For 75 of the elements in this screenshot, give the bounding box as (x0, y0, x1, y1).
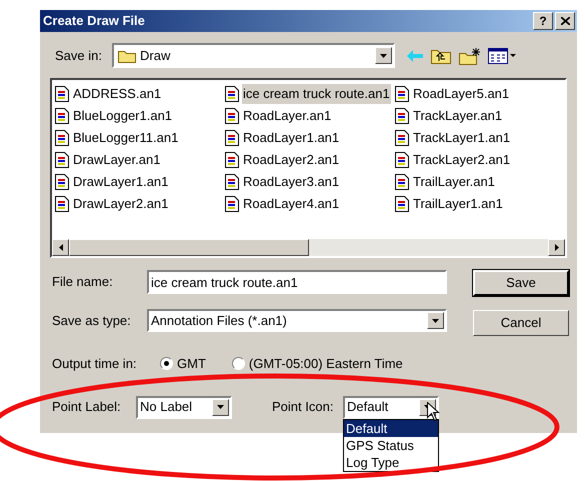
scroll-thumb[interactable] (69, 239, 309, 256)
folder-icon (118, 48, 136, 62)
file-icon (395, 196, 409, 212)
radio-label: (GMT-05:00) Eastern Time (248, 355, 403, 373)
file-icon (225, 130, 239, 146)
file-item[interactable]: TrackLayer2.an1 (412, 150, 512, 170)
up-folder-icon[interactable] (431, 48, 451, 64)
file-item[interactable]: DrawLayer.an1 (72, 150, 162, 170)
dropdown-button[interactable] (375, 47, 392, 64)
file-item[interactable]: RoadLayer2.an1 (242, 150, 340, 170)
close-button[interactable] (555, 12, 575, 30)
left-arrow-icon (58, 244, 62, 251)
file-icon (55, 108, 69, 124)
save-as-type-dropdown[interactable]: Annotation Files (*.an1) (147, 309, 447, 332)
save-in-dropdown[interactable]: Draw (112, 43, 395, 68)
help-button[interactable]: ? (533, 12, 553, 30)
caret-icon (432, 318, 439, 322)
dropdown-button[interactable] (427, 312, 444, 329)
point-icon-label: Point Icon: (272, 398, 334, 416)
right-arrow-icon (554, 244, 558, 251)
file-icon (395, 108, 409, 124)
file-icon (55, 152, 69, 168)
file-icon (225, 86, 239, 102)
point-label-label: Point Label: (52, 398, 122, 416)
horizontal-scrollbar[interactable] (52, 239, 565, 256)
close-icon (560, 17, 570, 25)
file-item[interactable]: RoadLayer5.an1 (412, 84, 510, 104)
file-item[interactable]: DrawLayer2.an1 (72, 194, 170, 214)
file-item[interactable]: RoadLayer4.an1 (242, 194, 340, 214)
file-icon (395, 174, 409, 190)
file-name-label: File name: (52, 273, 114, 292)
file-icon (225, 152, 239, 168)
file-icon (225, 196, 239, 212)
file-item[interactable]: BlueLogger11.an1 (72, 128, 180, 148)
file-item[interactable]: TrackLayer.an1 (412, 106, 504, 126)
file-icon (55, 86, 69, 102)
file-icon (225, 108, 239, 124)
radio-label: GMT (177, 355, 206, 373)
scroll-left-button[interactable] (52, 239, 69, 256)
file-item[interactable]: DrawLayer1.an1 (72, 172, 170, 192)
file-name-field[interactable]: ice cream truck route.an1 (147, 270, 447, 294)
file-icon (395, 130, 409, 146)
file-icon (395, 86, 409, 102)
view-menu-icon[interactable] (488, 48, 516, 64)
save-button[interactable]: Save (473, 270, 569, 296)
point-label-dropdown[interactable]: No Label (136, 396, 232, 418)
file-item[interactable]: TrackLayer1.an1 (412, 128, 512, 148)
file-item[interactable]: BlueLogger1.an1 (72, 106, 174, 126)
file-icon (55, 130, 69, 146)
dropdown-option[interactable]: Default (344, 420, 438, 436)
file-icon (55, 196, 69, 212)
dropdown-option[interactable]: Log Type (344, 454, 438, 470)
dropdown-option[interactable]: GPS Status (344, 436, 438, 454)
file-item[interactable]: RoadLayer.an1 (242, 106, 332, 126)
save-in-label: Save in: (55, 46, 103, 65)
file-item[interactable]: ice cream truck route.an1 (242, 84, 391, 104)
file-icon (55, 174, 69, 190)
file-item[interactable]: TrailLayer1.an1 (412, 194, 504, 214)
caret-icon (217, 405, 224, 409)
file-icon (395, 152, 409, 168)
new-folder-icon[interactable] (459, 46, 481, 64)
caret-icon (380, 54, 387, 58)
dropdown-button[interactable] (212, 398, 229, 416)
save-as-type-label: Save as type: (52, 312, 132, 330)
radio-button[interactable] (232, 357, 245, 370)
window-title: Create Draw File (43, 12, 146, 30)
file-item[interactable]: RoadLayer1.an1 (242, 128, 340, 148)
radio-button[interactable] (160, 357, 173, 370)
file-item[interactable]: TrailLayer.an1 (412, 172, 496, 192)
file-icon (225, 174, 239, 190)
output-time-label: Output time in: (52, 355, 138, 373)
file-item[interactable]: RoadLayer3.an1 (242, 172, 340, 192)
file-item[interactable]: ADDRESS.an1 (72, 84, 162, 104)
scroll-right-button[interactable] (548, 239, 565, 256)
cancel-button[interactable]: Cancel (473, 310, 569, 336)
